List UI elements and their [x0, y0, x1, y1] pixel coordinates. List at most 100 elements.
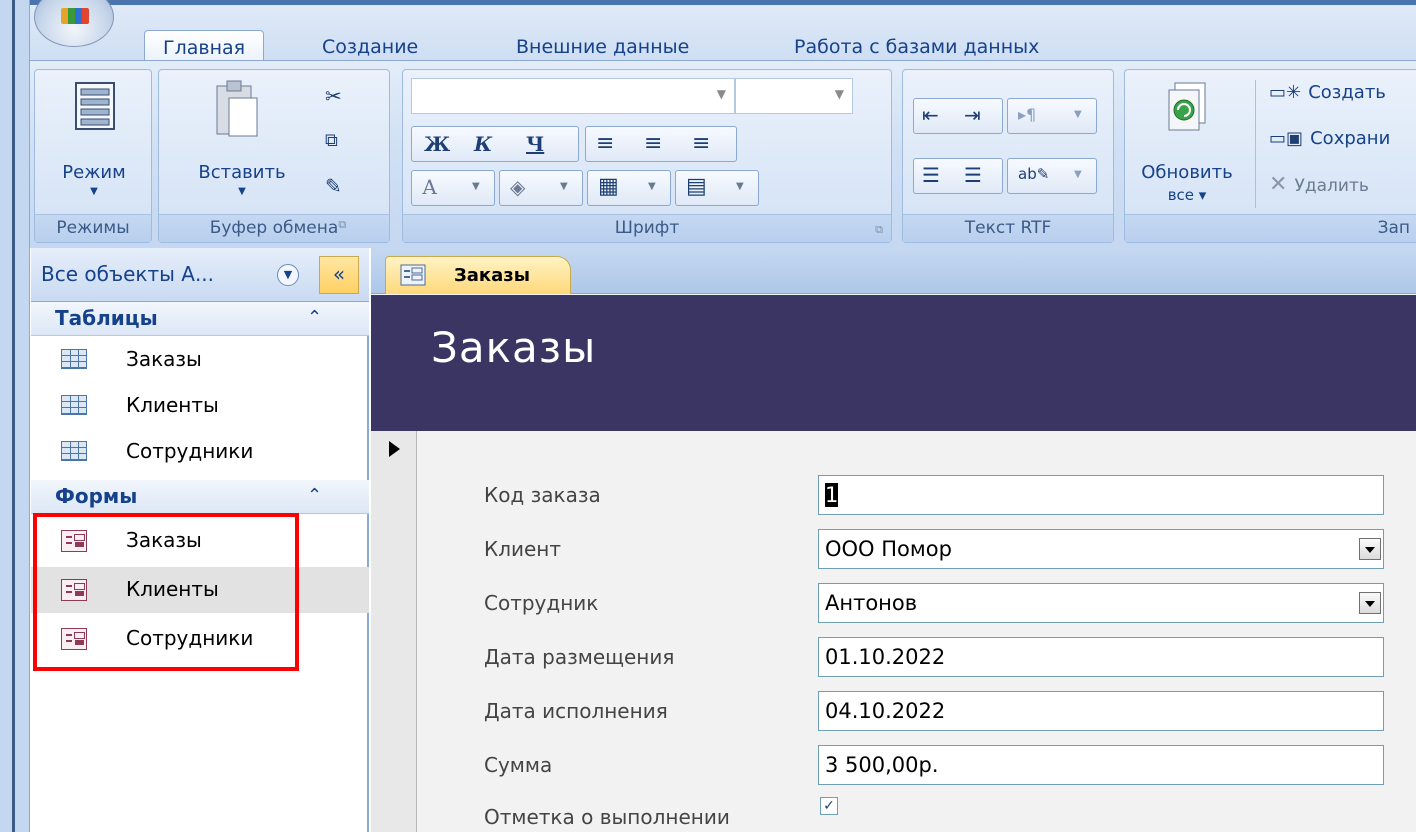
text-highlight-icon[interactable]: ab✎ [1018, 165, 1049, 183]
fill-color-dropdown-icon[interactable]: ▼ [560, 181, 568, 192]
chevron-up-icon[interactable]: ⌃ [307, 485, 322, 506]
clipboard-launcher-icon[interactable]: ⧉ [338, 218, 346, 232]
font-label: Шрифт [614, 218, 680, 238]
align-right-icon[interactable]: ≡ [692, 131, 710, 156]
nav-item-table-orders[interactable]: Заказы [31, 337, 369, 383]
paste-dropdown-icon[interactable]: ▼ [177, 186, 307, 197]
numbered-list-icon[interactable]: ☰ [922, 163, 940, 187]
chevron-up-icon[interactable]: ⌃ [307, 307, 322, 328]
paragraph-direction-box[interactable]: ▸¶ ▼ [1007, 98, 1097, 134]
copy-icon[interactable]: ⧉ [325, 130, 338, 151]
group-clipboard: Вставить ▼ ✂ ⧉ ✎ Буфер обмена ⧉ [158, 69, 390, 243]
nav-item-table-clients[interactable]: Клиенты [31, 383, 369, 429]
chevron-down-icon[interactable] [1359, 538, 1381, 560]
save-record-label: Сохрани [1310, 128, 1391, 149]
mode-dropdown-icon[interactable]: ▼ [49, 186, 139, 197]
alt-row-color-icon[interactable]: ▤ [686, 174, 707, 199]
italic-button[interactable]: К [474, 132, 492, 156]
bold-button[interactable]: Ж [424, 132, 450, 156]
completed-checkbox[interactable]: ✓ [820, 797, 838, 815]
align-center-icon[interactable]: ≡ [644, 131, 662, 156]
bullet-list-icon[interactable]: ☰ [964, 163, 982, 187]
mode-button[interactable]: Режим [49, 162, 139, 183]
nav-collapse-button[interactable]: « [319, 256, 359, 294]
table-icon [61, 395, 87, 415]
decrease-indent-icon[interactable]: ⇤ [922, 103, 939, 127]
font-color-icon[interactable]: А [422, 175, 437, 199]
client-value: ООО Помор [825, 537, 952, 561]
paste-button[interactable]: Вставить [177, 162, 307, 183]
chevron-down-icon[interactable] [1359, 592, 1381, 614]
employee-combo[interactable]: Антонов [818, 583, 1384, 623]
clipboard-label: Буфер обмена [209, 218, 339, 238]
highlight-dropdown-icon[interactable]: ▼ [1074, 169, 1082, 180]
font-size-combo[interactable]: ▼ [735, 78, 853, 114]
fill-color-icon[interactable]: ◈ [510, 175, 525, 199]
font-color-box[interactable]: А ▼ [411, 170, 495, 206]
ribbon-body: Режим ▼ Режимы Вставить ▼ ✂ ⧉ ✎ Буфер об… [30, 60, 1416, 248]
align-group: ≡ ≡ ≡ [585, 126, 737, 162]
alt-row-dropdown-icon[interactable]: ▼ [736, 181, 744, 192]
save-icon: ▭▣ [1269, 128, 1304, 149]
nav-title[interactable]: Все объекты А... [41, 262, 214, 286]
forms-highlight-box [33, 513, 299, 671]
lists-box: ☰ ☰ [913, 158, 1003, 194]
font-size-dropdown-icon[interactable]: ▼ [835, 87, 844, 101]
record-selector[interactable] [371, 431, 417, 832]
client-combo[interactable]: ООО Помор [818, 529, 1384, 569]
nav-item-label: Клиенты [126, 393, 219, 417]
increase-indent-icon[interactable]: ⇥ [964, 103, 981, 127]
field-label-due-date: Дата исполнения [484, 699, 668, 723]
new-record-label: Создать [1308, 82, 1386, 103]
nav-section-label: Формы [55, 484, 138, 508]
gridlines-box[interactable]: ▦ ▼ [587, 170, 671, 206]
font-launcher-icon[interactable]: ⧉ [875, 223, 883, 237]
bold-italic-underline-group: Ж К Ч [411, 126, 579, 162]
nav-section-forms[interactable]: Формы ⌃ [31, 480, 369, 514]
font-name-combo[interactable]: ▼ [411, 78, 735, 114]
paragraph-icon[interactable]: ▸¶ [1018, 105, 1036, 124]
ribbon: Главная Создание Внешние данные Работа с… [30, 0, 1416, 248]
order-date-value: 01.10.2022 [825, 645, 946, 669]
due-date-value: 04.10.2022 [825, 699, 946, 723]
align-left-icon[interactable]: ≡ [596, 131, 614, 156]
amount-field[interactable]: 3 500,00р. [818, 745, 1384, 785]
font-name-dropdown-icon[interactable]: ▼ [717, 87, 726, 101]
gridlines-icon[interactable]: ▦ [598, 174, 619, 199]
nav-item-table-employees[interactable]: Сотрудники [31, 429, 369, 475]
delete-icon: ✕ [1269, 172, 1288, 197]
save-record-button[interactable]: ▭▣ Сохрани [1269, 128, 1390, 149]
delete-record-button[interactable]: ✕ Удалить [1269, 172, 1369, 197]
form-detail: Код заказа 1 Клиент ООО Помор Сотрудник … [418, 431, 1416, 832]
underline-button[interactable]: Ч [526, 132, 544, 156]
nav-section-tables[interactable]: Таблицы ⌃ [31, 302, 369, 336]
paragraph-dropdown-icon[interactable]: ▼ [1074, 109, 1082, 120]
nav-item-label: Сотрудники [126, 439, 254, 463]
document-tab-orders[interactable]: Заказы [385, 256, 571, 294]
new-record-button[interactable]: ▭✳ Создать [1269, 82, 1386, 103]
font-color-dropdown-icon[interactable]: ▼ [472, 181, 480, 192]
fill-color-box[interactable]: ◈ ▼ [499, 170, 583, 206]
highlight-box[interactable]: ab✎ ▼ [1007, 158, 1097, 194]
gridlines-dropdown-icon[interactable]: ▼ [648, 181, 656, 192]
cut-icon[interactable]: ✂ [325, 84, 342, 108]
nav-item-label: Заказы [126, 347, 202, 371]
due-date-field[interactable]: 04.10.2022 [818, 691, 1384, 731]
current-record-icon [389, 441, 400, 457]
refresh-all-dropdown[interactable]: все ▾ [1129, 186, 1245, 204]
refresh-all-icon [1168, 82, 1206, 131]
order-id-field[interactable]: 1 [818, 475, 1384, 515]
group-records: Обновить все ▾ ▭✳ Создать ▭▣ Сохрани ✕ У… [1124, 69, 1416, 243]
format-painter-icon[interactable]: ✎ [325, 174, 342, 198]
field-label-employee: Сотрудник [484, 591, 599, 615]
alt-row-color-box[interactable]: ▤ ▼ [675, 170, 759, 206]
nav-menu-dropdown-icon[interactable]: ▼ [277, 264, 299, 286]
order-date-field[interactable]: 01.10.2022 [818, 637, 1384, 677]
group-label-font: Шрифт ⧉ [403, 214, 891, 242]
refresh-all-button[interactable]: Обновить [1129, 162, 1245, 183]
group-label-clipboard: Буфер обмена ⧉ [159, 214, 389, 242]
nav-header[interactable]: Все объекты А... ▼ « [31, 248, 369, 302]
office-button[interactable] [34, 0, 114, 47]
group-rtf: ⇤ ⇥ ▸¶ ▼ ☰ ☰ ab✎ ▼ Текст RTF [902, 69, 1114, 243]
group-font: ▼ ▼ Ж К Ч ≡ ≡ ≡ А ▼ ◈ ▼ ▦ ▼ ▤ ▼ Шрифт ⧉ [402, 69, 892, 243]
